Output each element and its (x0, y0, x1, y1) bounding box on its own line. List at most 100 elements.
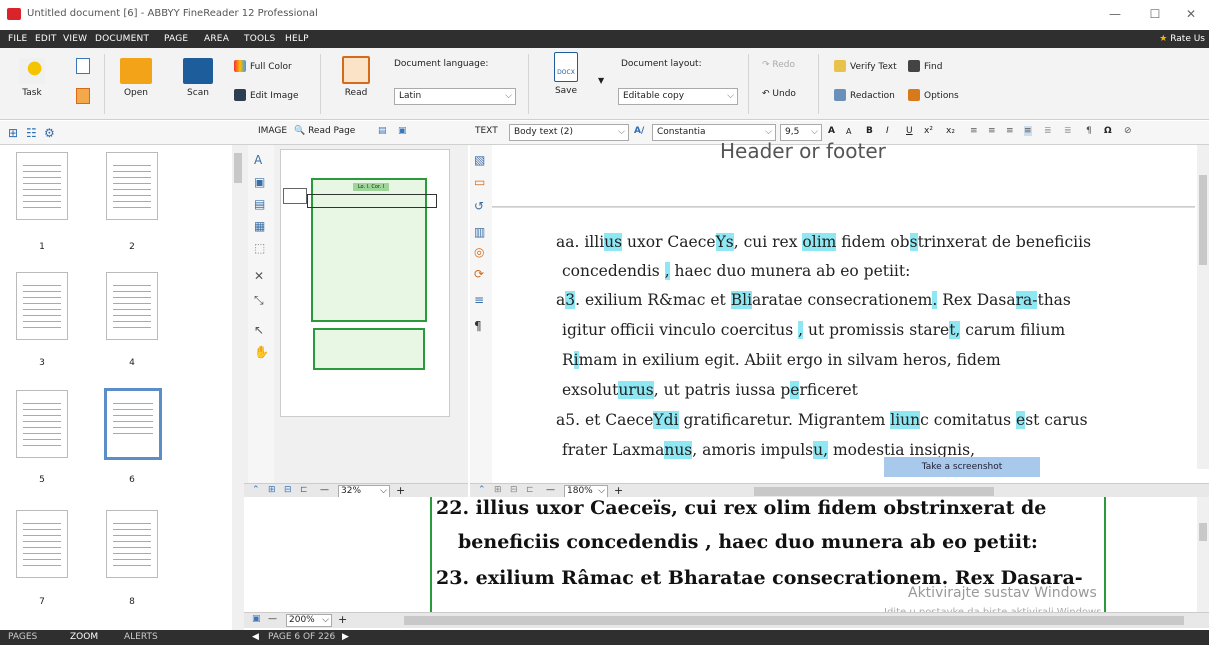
document-language-select[interactable]: Latin ⌵ (394, 88, 516, 105)
menu-help[interactable]: HELP (285, 34, 309, 44)
options-button[interactable]: Options (908, 89, 959, 101)
zoom-out-button[interactable]: — (546, 485, 555, 495)
maximize-button[interactable]: ☐ (1140, 4, 1170, 24)
next-page-icon[interactable]: ▶ (342, 632, 349, 642)
image-scrollbar[interactable] (454, 145, 466, 469)
underline-button[interactable]: U (906, 126, 913, 136)
menu-view[interactable]: VIEW (63, 34, 87, 44)
menu-document[interactable]: DOCUMENT (95, 34, 149, 44)
save-dropdown-icon[interactable]: ▼ (598, 76, 604, 85)
page-thumbnail[interactable] (16, 152, 68, 220)
image-save-icon[interactable]: ▣ (398, 126, 407, 136)
subscript-button[interactable]: x₂ (946, 126, 955, 136)
text-line[interactable]: a5. et CaeceYdi gratificaretur. Migrante… (556, 411, 1088, 429)
text-area-icon[interactable]: A (254, 153, 262, 167)
zoom-hscroll-thumb[interactable] (404, 616, 1184, 625)
fit-height-icon[interactable]: ⊏ (300, 485, 308, 495)
table-area-icon[interactable]: ▦ (254, 219, 265, 233)
page-thumbnail-selected[interactable] (104, 388, 162, 460)
text-line[interactable]: concedendis , haec duo munera ab eo peti… (562, 262, 910, 280)
transform-icon[interactable]: ⤡ (254, 293, 264, 308)
text-hscroll-thumb[interactable] (754, 487, 994, 496)
zoom-out-button[interactable]: — (268, 614, 277, 624)
delete-area-icon[interactable]: ✕ (254, 269, 264, 283)
task-button[interactable]: Task (12, 54, 52, 98)
fit-page-icon[interactable]: ⊞ (494, 485, 502, 495)
columns-icon[interactable]: ≣ (1064, 126, 1072, 136)
zoom-out-button[interactable]: — (320, 485, 329, 495)
screenshot-tooltip[interactable]: Take a screenshot (884, 457, 1040, 477)
scan-button[interactable]: Scan (180, 54, 216, 98)
menu-file[interactable]: FILE (8, 34, 27, 44)
magnifier-icon[interactable] (283, 188, 307, 204)
read-page-button[interactable]: 🔍 Read Page (294, 126, 355, 136)
undo-button[interactable]: ↶ Undo (762, 89, 796, 99)
close-button[interactable]: ✕ (1176, 4, 1206, 24)
text-style-icon[interactable]: ≡ (474, 293, 484, 307)
alerts-tab[interactable]: ALERTS (124, 632, 158, 642)
details-view-icon[interactable]: ☷ (26, 126, 37, 140)
style-select[interactable]: Body text (2) ⌵ (509, 124, 629, 141)
hand-icon[interactable]: ✋ (254, 345, 269, 359)
zoom-in-button[interactable]: + (614, 484, 623, 497)
zoom-settings-icon[interactable]: ▣ (252, 614, 261, 624)
paragraph-mark-icon[interactable]: ¶ (1086, 126, 1092, 136)
page-thumbnail[interactable] (106, 272, 158, 340)
header-footer-area[interactable]: Header or footer (492, 139, 1195, 207)
refresh-icon[interactable]: ↺ (474, 199, 484, 213)
hyperlink-icon[interactable]: ⊘ (1124, 126, 1132, 136)
pointer-icon[interactable]: ↖ (254, 323, 264, 337)
zoom-zoom-select[interactable]: 200% ⌵ (286, 614, 332, 627)
previous-page-icon[interactable]: ◀ (252, 632, 259, 642)
save-button[interactable]: DOCX Save (546, 52, 586, 96)
text-line[interactable]: aa. illius uxor CaeceYs, cui rex olim fi… (556, 233, 1091, 251)
find-button[interactable]: Find (908, 60, 942, 72)
menu-edit[interactable]: EDIT (35, 34, 57, 44)
page-image[interactable]: Lo. I. Cor. I (280, 149, 450, 417)
verify-icon[interactable]: ◎ (474, 245, 484, 259)
fit-height-icon[interactable]: ⊏ (526, 485, 534, 495)
italic-button[interactable]: I (886, 126, 889, 136)
picture-area-icon[interactable]: ▣ (254, 175, 265, 189)
read-button[interactable]: Read (336, 54, 376, 98)
align-left-icon[interactable]: ≡ (970, 126, 978, 136)
align-center-icon[interactable]: ≡ (988, 126, 996, 136)
edit-image-button[interactable]: Edit Image (234, 89, 298, 101)
bold-button[interactable]: B (866, 126, 873, 136)
analyze-page-icon[interactable]: ▤ (378, 126, 387, 136)
zoom-in-button[interactable]: + (338, 613, 347, 626)
page-thumbnail[interactable] (106, 510, 158, 578)
text-line[interactable]: igitur officii vinculo coercitus , ut pr… (562, 321, 1065, 339)
fit-width-icon[interactable]: ⊟ (510, 485, 518, 495)
line-spacing-icon[interactable]: ≣ (1044, 126, 1052, 136)
pages-scrollbar[interactable] (232, 145, 244, 630)
picture-area-selection[interactable] (313, 328, 425, 370)
full-color-button[interactable]: Full Color (234, 60, 292, 72)
verify-text-button[interactable]: Verify Text (834, 60, 897, 72)
fit-width-icon[interactable]: ⊟ (284, 485, 292, 495)
font-icon[interactable]: A/ (634, 126, 644, 136)
import-icon[interactable] (76, 88, 90, 104)
text-scrollbar[interactable] (1197, 145, 1209, 469)
menu-page[interactable]: PAGE (164, 34, 188, 44)
text-line[interactable]: Rimam in exilium egit. Abiit ergo in sil… (562, 351, 1001, 369)
show-image-icon[interactable]: ▧ (474, 153, 485, 167)
document-layout-select[interactable]: Editable copy ⌵ (618, 88, 738, 105)
redo-button[interactable]: ↷ Redo (762, 60, 795, 70)
new-document-icon[interactable] (76, 58, 90, 74)
page-settings-icon[interactable]: ⚙ (44, 126, 55, 140)
page-thumbnail[interactable] (16, 510, 68, 578)
compare-icon[interactable]: ▥ (474, 225, 485, 239)
page-thumbnail[interactable] (106, 152, 158, 220)
redaction-button[interactable]: Redaction (834, 89, 895, 101)
insert-symbol-button[interactable]: Ω (1104, 126, 1112, 136)
pages-tab[interactable]: PAGES (8, 632, 37, 642)
text-line[interactable]: exsoluturus, ut patris iussa perficeret (562, 381, 858, 399)
zoom-scrollbar[interactable] (1197, 497, 1209, 612)
minimize-button[interactable]: — (1100, 4, 1130, 24)
header-footer-icon[interactable]: ▭ (474, 175, 485, 189)
open-button[interactable]: Open (118, 54, 154, 98)
background-area-icon[interactable]: ▤ (254, 197, 265, 211)
align-right-icon[interactable]: ≡ (1006, 126, 1014, 136)
menu-tools[interactable]: TOOLS (244, 34, 275, 44)
